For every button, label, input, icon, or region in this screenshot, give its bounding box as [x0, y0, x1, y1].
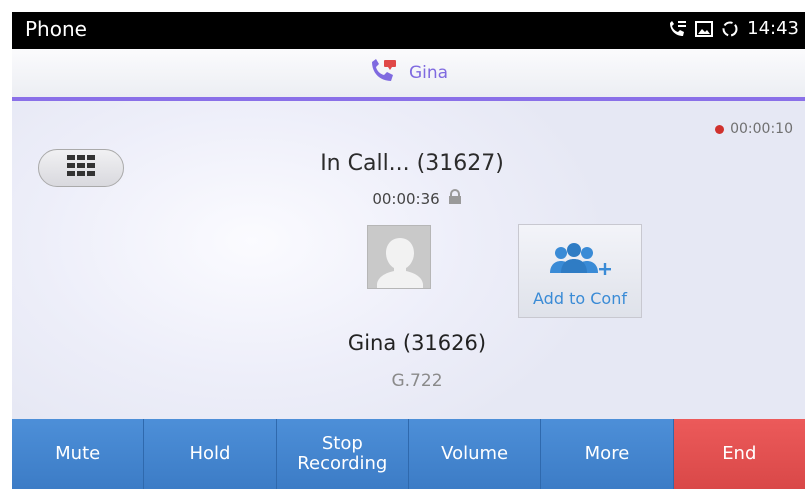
status-icons: 14:43 — [667, 18, 799, 39]
status-time: 14:43 — [747, 18, 799, 39]
phone-screen: Phone 14:43 Gina 00:00:10 In Call... (31… — [0, 0, 805, 489]
sync-icon — [721, 20, 739, 38]
call-duration: 00:00:36 — [372, 190, 440, 208]
dialpad-icon — [66, 154, 96, 182]
status-bar: Phone 14:43 — [12, 12, 805, 49]
add-to-conf-label: Add to Conf — [533, 289, 627, 308]
more-button[interactable]: More — [541, 419, 674, 489]
header-title: Gina — [408, 63, 449, 83]
recording-dot-icon — [715, 124, 725, 134]
dialpad-button[interactable] — [38, 149, 124, 187]
contact-name: Gina (31626) — [347, 331, 487, 355]
person-silhouette-icon — [377, 238, 423, 288]
call-timer: 00:00:36 — [272, 189, 562, 209]
call-action-bar: Mute Hold Stop Recording Volume More End — [12, 419, 805, 489]
call-transfer-icon — [369, 58, 399, 88]
hold-button[interactable]: Hold — [144, 419, 277, 489]
add-conference-icon — [550, 243, 611, 275]
call-panel: 00:00:10 In Call... (31627) 00:00:36 Add… — [12, 101, 805, 419]
call-header: Gina — [12, 49, 805, 101]
status-app-name: Phone — [25, 17, 87, 41]
volume-button[interactable]: Volume — [408, 419, 542, 489]
add-to-conf-button[interactable]: Add to Conf — [518, 224, 642, 318]
contact-avatar — [367, 225, 431, 289]
end-call-button[interactable]: End — [673, 419, 805, 489]
mute-button[interactable]: Mute — [12, 419, 145, 489]
phone-call-icon — [667, 20, 687, 38]
codec-label: G.722 — [391, 371, 443, 391]
stop-recording-button[interactable]: Stop Recording — [276, 419, 409, 489]
picture-icon — [695, 20, 714, 37]
call-state-label: In Call... (31627) — [320, 151, 504, 176]
recording-elapsed: 00:00:10 — [730, 121, 793, 137]
lock-icon — [448, 189, 462, 209]
recording-indicator: 00:00:10 — [715, 121, 793, 137]
